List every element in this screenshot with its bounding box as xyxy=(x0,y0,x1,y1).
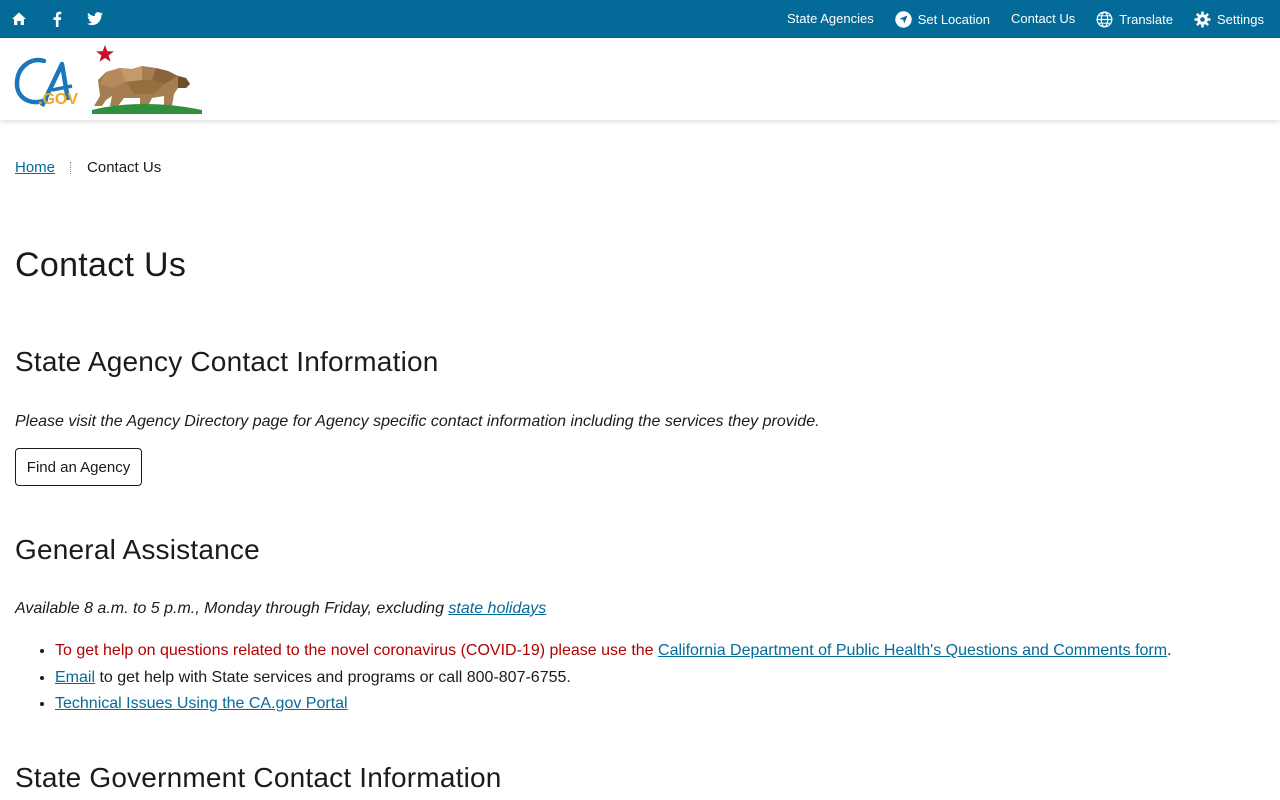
hours-prefix: Available 8 a.m. to 5 p.m., Monday throu… xyxy=(15,600,449,617)
assistance-list: To get help on questions related to the … xyxy=(15,638,1280,718)
twitter-icon xyxy=(87,12,103,26)
utility-links: State Agencies Set Location Contact Us T… xyxy=(787,0,1264,38)
breadcrumb-separator xyxy=(70,161,72,174)
social-links xyxy=(0,0,114,38)
list-item: Technical Issues Using the CA.gov Portal xyxy=(55,691,1280,718)
page-title: Contact Us xyxy=(15,246,187,284)
covid-suffix: . xyxy=(1167,642,1172,659)
breadcrumb-home[interactable]: Home xyxy=(15,159,55,176)
list-item: Email to get help with State services an… xyxy=(55,665,1280,692)
list-item: To get help on questions related to the … xyxy=(55,638,1280,665)
utility-header: State Agencies Set Location Contact Us T… xyxy=(0,0,1280,38)
agency-intro-text: Please visit the Agency Directory page f… xyxy=(15,413,820,430)
svg-text:.GOV: .GOV xyxy=(38,91,78,108)
state-government-heading: State Government Contact Information xyxy=(15,762,502,793)
home-icon xyxy=(12,12,26,25)
state-agencies-link[interactable]: State Agencies xyxy=(787,11,874,26)
general-assistance-heading: General Assistance xyxy=(15,534,260,565)
hours-text: Available 8 a.m. to 5 p.m., Monday throu… xyxy=(15,600,546,618)
translate-link[interactable]: Translate xyxy=(1096,11,1173,28)
breadcrumb: Home Contact Us xyxy=(15,159,161,176)
find-agency-button[interactable]: Find an Agency xyxy=(15,448,142,486)
twitter-link[interactable] xyxy=(76,0,114,38)
technical-issues-link[interactable]: Technical Issues Using the CA.gov Portal xyxy=(55,695,348,712)
contact-us-link[interactable]: Contact Us xyxy=(1011,11,1075,26)
ca-gov-logo[interactable]: .GOV xyxy=(14,44,204,114)
email-link[interactable]: Email xyxy=(55,669,95,686)
email-help-text: to get help with State services and prog… xyxy=(95,668,571,686)
facebook-link[interactable] xyxy=(38,0,76,38)
location-icon xyxy=(895,10,912,28)
cdph-form-link[interactable]: California Department of Public Health's… xyxy=(658,642,1167,659)
gear-icon xyxy=(1194,11,1211,27)
facebook-icon xyxy=(53,11,62,27)
settings-label: Settings xyxy=(1217,11,1264,27)
globe-icon xyxy=(1096,11,1113,27)
breadcrumb-current: Contact Us xyxy=(87,159,162,176)
state-holidays-link[interactable]: state holidays xyxy=(448,600,546,617)
set-location-label: Set Location xyxy=(917,11,990,27)
agency-contact-heading: State Agency Contact Information xyxy=(15,346,439,377)
set-location-link[interactable]: Set Location xyxy=(895,10,990,28)
branding-header: .GOV xyxy=(0,38,1280,120)
settings-link[interactable]: Settings xyxy=(1194,11,1264,28)
covid-help-text: To get help on questions related to the … xyxy=(55,642,659,659)
home-link[interactable] xyxy=(0,0,38,38)
translate-label: Translate xyxy=(1119,11,1174,27)
